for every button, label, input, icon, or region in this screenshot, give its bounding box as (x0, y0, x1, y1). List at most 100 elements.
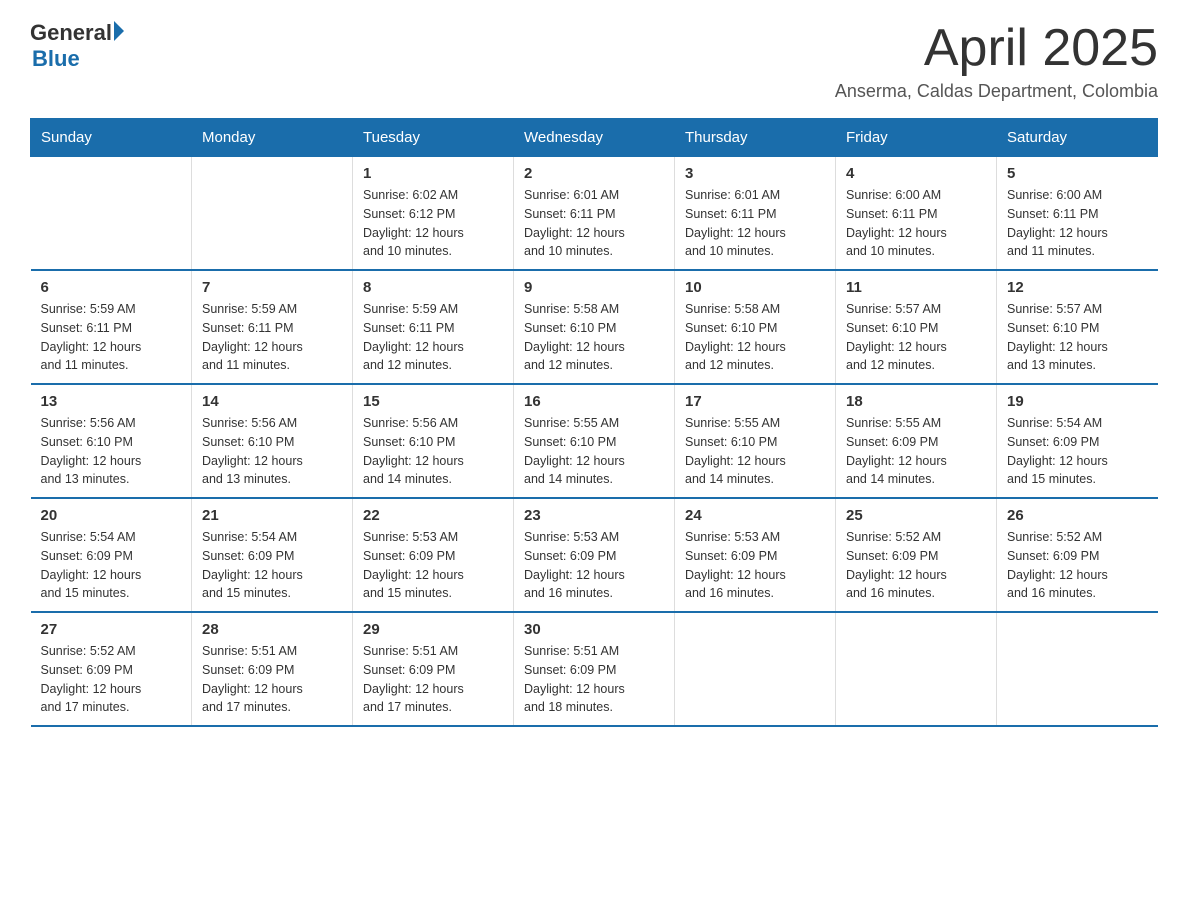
calendar-cell: 6 Sunrise: 5:59 AM Sunset: 6:11 PM Daylig… (31, 270, 192, 384)
day-number: 27 (41, 621, 182, 638)
day-info: Sunrise: 5:53 AM Sunset: 6:09 PM Dayligh… (524, 528, 664, 603)
day-info: Sunrise: 5:57 AM Sunset: 6:10 PM Dayligh… (1007, 300, 1148, 375)
calendar-cell: 26 Sunrise: 5:52 AM Sunset: 6:09 PM Dayli… (997, 498, 1158, 612)
day-number: 19 (1007, 393, 1148, 410)
day-info: Sunrise: 5:59 AM Sunset: 6:11 PM Dayligh… (41, 300, 182, 375)
day-number: 26 (1007, 507, 1148, 524)
day-number: 14 (202, 393, 342, 410)
header-saturday: Saturday (997, 119, 1158, 157)
calendar-cell: 27 Sunrise: 5:52 AM Sunset: 6:09 PM Dayli… (31, 612, 192, 726)
day-info: Sunrise: 6:00 AM Sunset: 6:11 PM Dayligh… (1007, 186, 1148, 261)
week-row-2: 6 Sunrise: 5:59 AM Sunset: 6:11 PM Daylig… (31, 270, 1158, 384)
day-number: 24 (685, 507, 825, 524)
calendar-cell: 23 Sunrise: 5:53 AM Sunset: 6:09 PM Dayli… (514, 498, 675, 612)
calendar-cell (675, 612, 836, 726)
logo-triangle-icon (114, 21, 124, 41)
logo-general: General (30, 20, 112, 46)
day-info: Sunrise: 6:01 AM Sunset: 6:11 PM Dayligh… (685, 186, 825, 261)
calendar-cell: 19 Sunrise: 5:54 AM Sunset: 6:09 PM Dayli… (997, 384, 1158, 498)
calendar-cell (192, 157, 353, 271)
day-number: 6 (41, 279, 182, 296)
day-info: Sunrise: 5:54 AM Sunset: 6:09 PM Dayligh… (41, 528, 182, 603)
day-info: Sunrise: 6:02 AM Sunset: 6:12 PM Dayligh… (363, 186, 503, 261)
day-info: Sunrise: 5:55 AM Sunset: 6:10 PM Dayligh… (685, 414, 825, 489)
day-number: 20 (41, 507, 182, 524)
subtitle: Anserma, Caldas Department, Colombia (835, 81, 1158, 102)
day-number: 16 (524, 393, 664, 410)
day-number: 9 (524, 279, 664, 296)
day-info: Sunrise: 5:58 AM Sunset: 6:10 PM Dayligh… (524, 300, 664, 375)
calendar-cell: 4 Sunrise: 6:00 AM Sunset: 6:11 PM Daylig… (836, 157, 997, 271)
calendar-table: SundayMondayTuesdayWednesdayThursdayFrid… (30, 118, 1158, 727)
day-info: Sunrise: 5:51 AM Sunset: 6:09 PM Dayligh… (524, 642, 664, 717)
day-info: Sunrise: 5:55 AM Sunset: 6:10 PM Dayligh… (524, 414, 664, 489)
day-number: 10 (685, 279, 825, 296)
day-info: Sunrise: 5:51 AM Sunset: 6:09 PM Dayligh… (363, 642, 503, 717)
day-number: 5 (1007, 165, 1148, 182)
week-row-4: 20 Sunrise: 5:54 AM Sunset: 6:09 PM Dayli… (31, 498, 1158, 612)
calendar-cell: 5 Sunrise: 6:00 AM Sunset: 6:11 PM Daylig… (997, 157, 1158, 271)
title-area: April 2025 Anserma, Caldas Department, C… (835, 20, 1158, 102)
week-row-1: 1 Sunrise: 6:02 AM Sunset: 6:12 PM Daylig… (31, 157, 1158, 271)
day-number: 13 (41, 393, 182, 410)
calendar-cell: 10 Sunrise: 5:58 AM Sunset: 6:10 PM Dayli… (675, 270, 836, 384)
calendar-cell: 15Sunrise: 5:56 AM Sunset: 6:10 PM Dayli… (353, 384, 514, 498)
day-info: Sunrise: 5:55 AM Sunset: 6:09 PM Dayligh… (846, 414, 986, 489)
day-info: Sunrise: 5:59 AM Sunset: 6:11 PM Dayligh… (363, 300, 503, 375)
calendar-cell: 2 Sunrise: 6:01 AM Sunset: 6:11 PM Daylig… (514, 157, 675, 271)
calendar-cell: 20 Sunrise: 5:54 AM Sunset: 6:09 PM Dayli… (31, 498, 192, 612)
day-info: Sunrise: 5:58 AM Sunset: 6:10 PM Dayligh… (685, 300, 825, 375)
header: General Blue April 2025 Anserma, Caldas … (30, 20, 1158, 102)
day-number: 4 (846, 165, 986, 182)
day-info: Sunrise: 5:59 AM Sunset: 6:11 PM Dayligh… (202, 300, 342, 375)
calendar-cell (997, 612, 1158, 726)
day-number: 8 (363, 279, 503, 296)
calendar-cell: 25Sunrise: 5:52 AM Sunset: 6:09 PM Dayli… (836, 498, 997, 612)
calendar-cell: 1 Sunrise: 6:02 AM Sunset: 6:12 PM Daylig… (353, 157, 514, 271)
day-number: 1 (363, 165, 503, 182)
day-number: 28 (202, 621, 342, 638)
logo-blue: Blue (32, 46, 124, 72)
calendar-cell: 9 Sunrise: 5:58 AM Sunset: 6:10 PM Daylig… (514, 270, 675, 384)
logo: General Blue (30, 20, 124, 72)
day-number: 11 (846, 279, 986, 296)
calendar-cell: 28 Sunrise: 5:51 AM Sunset: 6:09 PM Dayli… (192, 612, 353, 726)
day-number: 30 (524, 621, 664, 638)
calendar-cell (31, 157, 192, 271)
calendar-cell (836, 612, 997, 726)
week-row-3: 13 Sunrise: 5:56 AM Sunset: 6:10 PM Dayli… (31, 384, 1158, 498)
header-thursday: Thursday (675, 119, 836, 157)
calendar-cell: 18Sunrise: 5:55 AM Sunset: 6:09 PM Dayli… (836, 384, 997, 498)
calendar-cell: 8 Sunrise: 5:59 AM Sunset: 6:11 PM Daylig… (353, 270, 514, 384)
calendar-cell: 3 Sunrise: 6:01 AM Sunset: 6:11 PM Daylig… (675, 157, 836, 271)
header-friday: Friday (836, 119, 997, 157)
page-title: April 2025 (835, 20, 1158, 77)
header-tuesday: Tuesday (353, 119, 514, 157)
day-info: Sunrise: 6:00 AM Sunset: 6:11 PM Dayligh… (846, 186, 986, 261)
day-number: 2 (524, 165, 664, 182)
calendar-cell: 14 Sunrise: 5:56 AM Sunset: 6:10 PM Dayli… (192, 384, 353, 498)
day-info: Sunrise: 5:51 AM Sunset: 6:09 PM Dayligh… (202, 642, 342, 717)
calendar-cell: 22 Sunrise: 5:53 AM Sunset: 6:09 PM Dayli… (353, 498, 514, 612)
calendar-cell: 29 Sunrise: 5:51 AM Sunset: 6:09 PM Dayli… (353, 612, 514, 726)
day-number: 17 (685, 393, 825, 410)
header-monday: Monday (192, 119, 353, 157)
header-wednesday: Wednesday (514, 119, 675, 157)
day-number: 15 (363, 393, 503, 410)
day-info: Sunrise: 5:52 AM Sunset: 6:09 PM Dayligh… (41, 642, 182, 717)
day-number: 29 (363, 621, 503, 638)
day-number: 22 (363, 507, 503, 524)
calendar-cell: 24 Sunrise: 5:53 AM Sunset: 6:09 PM Dayli… (675, 498, 836, 612)
day-info: Sunrise: 5:52 AM Sunset: 6:09 PM Dayligh… (1007, 528, 1148, 603)
day-number: 23 (524, 507, 664, 524)
header-sunday: Sunday (31, 119, 192, 157)
day-info: Sunrise: 5:54 AM Sunset: 6:09 PM Dayligh… (1007, 414, 1148, 489)
calendar-cell: 7Sunrise: 5:59 AM Sunset: 6:11 PM Daylig… (192, 270, 353, 384)
calendar-cell: 21Sunrise: 5:54 AM Sunset: 6:09 PM Dayli… (192, 498, 353, 612)
day-info: Sunrise: 5:56 AM Sunset: 6:10 PM Dayligh… (202, 414, 342, 489)
day-info: Sunrise: 5:53 AM Sunset: 6:09 PM Dayligh… (685, 528, 825, 603)
calendar-cell: 30 Sunrise: 5:51 AM Sunset: 6:09 PM Dayli… (514, 612, 675, 726)
day-info: Sunrise: 6:01 AM Sunset: 6:11 PM Dayligh… (524, 186, 664, 261)
day-info: Sunrise: 5:53 AM Sunset: 6:09 PM Dayligh… (363, 528, 503, 603)
day-number: 3 (685, 165, 825, 182)
